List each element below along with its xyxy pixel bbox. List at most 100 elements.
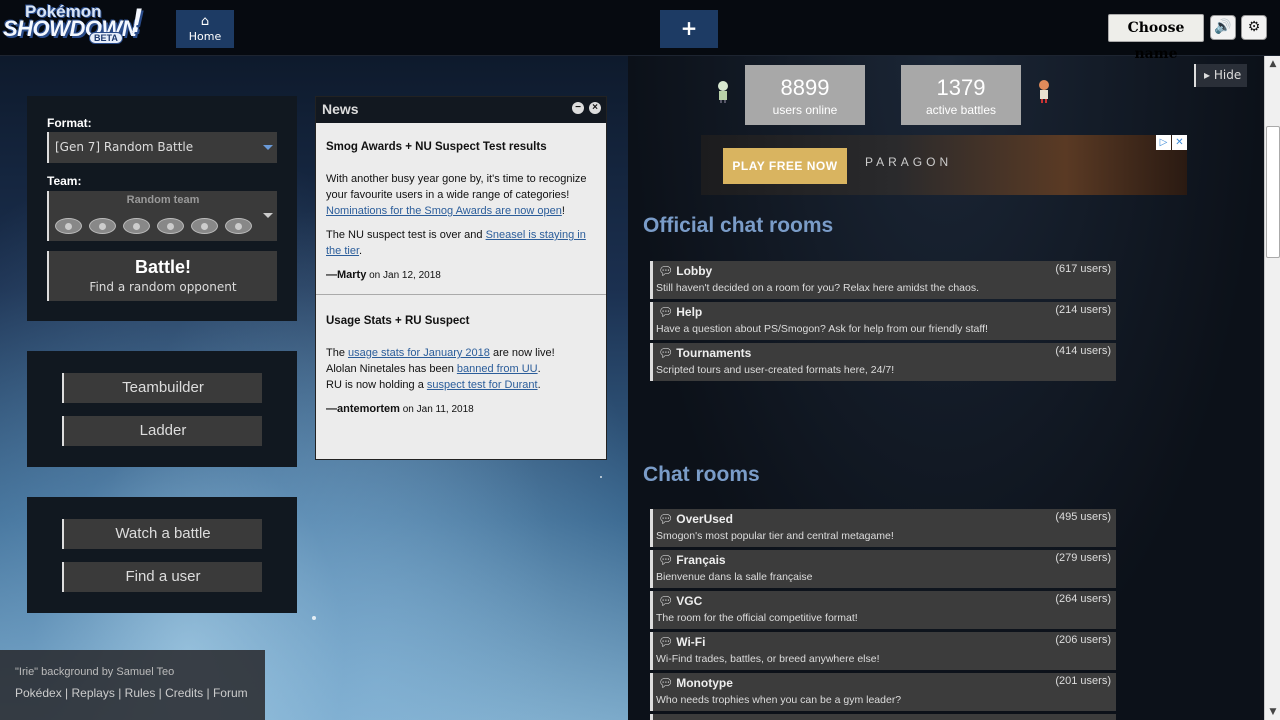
room-name-text: Lobby (676, 264, 713, 278)
news-text: . (537, 363, 541, 375)
chat-bubble-icon: 💬︎ (658, 512, 674, 526)
room-users: (201 users) (1055, 675, 1111, 687)
room-item[interactable]: 💬︎ Tournaments (414 users) Scripted tours… (650, 343, 1116, 381)
ad-play-button[interactable]: PLAY FREE NOW (723, 148, 847, 184)
scrollbar-thumb[interactable] (1266, 126, 1280, 258)
room-name: 💬︎ Help (658, 305, 702, 319)
speaker-icon[interactable]: 🔊 (1210, 15, 1236, 40)
advertisement-banner[interactable]: PLAY FREE NOW PARAGON ▷ ✕ (701, 135, 1187, 195)
team-value: Random team (126, 194, 200, 206)
new-tab-button[interactable]: + (660, 10, 718, 48)
room-item[interactable]: 💬︎ Français (279 users) Bienvenue dans la… (650, 550, 1116, 588)
watch-battle-button[interactable]: Watch a battle (62, 519, 262, 549)
room-description: Bienvenue dans la salle française (656, 571, 813, 583)
pokeball-icon (55, 218, 82, 234)
pokeball-icon (123, 218, 150, 234)
news-text: The (326, 347, 349, 359)
room-item[interactable]: 💬︎ VGC (264 users) The room for the offic… (650, 591, 1116, 629)
users-online-stat[interactable]: 8899 users online (745, 65, 865, 125)
news-text: With another busy year gone by, it's tim… (326, 173, 587, 201)
top-bar: Pokémon SHOWDOWN ! BETA ⌂ Home + Choose … (0, 0, 1280, 62)
banned-from-uu-link[interactable]: banned from UU (457, 363, 538, 375)
room-name-text: Tournaments (676, 346, 752, 360)
news-text: RU is now holding a (326, 379, 427, 391)
news-paragraph: The usage stats for January 2018 are now… (326, 345, 596, 393)
close-icon[interactable]: × (589, 102, 601, 114)
star (312, 616, 316, 620)
room-name: 💬︎ Monotype (658, 676, 733, 690)
minimize-icon[interactable]: − (572, 102, 584, 114)
separator: | (203, 686, 213, 700)
battle-button[interactable]: Battle! Find a random opponent (47, 251, 277, 301)
news-panel: News − × Smog Awards + NU Suspect Test r… (315, 96, 607, 460)
team-select[interactable]: Random team (47, 191, 277, 241)
active-battles-label: active battles (925, 103, 997, 117)
news-item-title: Usage Stats + RU Suspect (326, 315, 470, 327)
battle-form-panel: Format: [Gen 7] Random Battle Team: Rand… (27, 96, 297, 321)
pokeball-icon (225, 218, 252, 234)
room-name-text: Français (676, 553, 726, 567)
news-text: . (537, 379, 541, 391)
logo-beta-badge: BETA (89, 32, 123, 44)
room-users: (264 users) (1055, 593, 1111, 605)
rules-link[interactable]: Rules (125, 686, 156, 700)
scroll-up-icon[interactable]: ▲ (1267, 58, 1279, 70)
durant-suspect-link[interactable]: suspect test for Durant (427, 379, 538, 391)
home-icon: ⌂ (200, 14, 210, 29)
room-item[interactable] (650, 714, 1116, 720)
dropdown-arrow-icon (263, 213, 273, 218)
hide-button[interactable]: ▸ Hide (1194, 64, 1247, 87)
room-item[interactable]: 💬︎ Lobby (617 users) Still haven't decide… (650, 261, 1116, 299)
ladder-button[interactable]: Ladder (62, 416, 262, 446)
news-author: —antemortem (326, 403, 400, 415)
room-users: (414 users) (1055, 345, 1111, 357)
tools-panel: Teambuilder Ladder (27, 351, 297, 467)
news-paragraph: The NU suspect test is over and Sneasel … (326, 227, 596, 259)
teambuilder-button[interactable]: Teambuilder (62, 373, 262, 403)
credits-link[interactable]: Credits (165, 686, 203, 700)
usage-stats-link[interactable]: usage stats for January 2018 (348, 347, 490, 359)
news-paragraph: With another busy year gone by, it's tim… (326, 171, 596, 219)
find-user-button[interactable]: Find a user (62, 562, 262, 592)
room-description: Smogon's most popular tier and central m… (656, 530, 894, 542)
watch-panel: Watch a battle Find a user (27, 497, 297, 613)
pokedex-link[interactable]: Pokédex (15, 686, 62, 700)
logo-exclamation: ! (131, 2, 143, 40)
footer: "Irie" background by Samuel Teo Pokédex … (0, 650, 265, 720)
pokeball-icon (89, 218, 116, 234)
choose-name-button[interactable]: Choose name (1108, 14, 1204, 62)
room-name-text: Wi-Fi (676, 635, 706, 649)
adchoices-icon[interactable]: ▷ (1156, 135, 1171, 150)
room-name: 💬︎ Tournaments (658, 346, 751, 360)
showdown-logo[interactable]: Pokémon SHOWDOWN ! BETA (3, 2, 149, 46)
background-credit: "Irie" background by Samuel Teo (15, 666, 175, 678)
format-label: Format: (47, 116, 92, 130)
footer-links: Pokédex | Replays | Rules | Credits | Fo… (15, 686, 250, 700)
format-select[interactable]: [Gen 7] Random Battle (47, 132, 277, 163)
room-item[interactable]: 💬︎ OverUsed (495 users) Smogon's most pop… (650, 509, 1116, 547)
active-battles-count: 1379 (936, 75, 986, 100)
room-item[interactable]: 💬︎ Wi-Fi (206 users) Wi-Find trades, batt… (650, 632, 1116, 670)
scroll-down-icon[interactable]: ▼ (1267, 706, 1279, 718)
ad-close-icon[interactable]: ✕ (1172, 135, 1187, 150)
smog-awards-link[interactable]: Nominations for the Smog Awards are now … (326, 205, 562, 217)
room-item[interactable]: 💬︎ Help (214 users) Have a question about… (650, 302, 1116, 340)
active-battles-stat[interactable]: 1379 active battles (901, 65, 1021, 125)
format-value: [Gen 7] Random Battle (55, 140, 194, 154)
separator: | (155, 686, 166, 700)
gear-icon[interactable]: ⚙ (1241, 15, 1267, 40)
room-item[interactable]: 💬︎ Monotype (201 users) Who needs trophie… (650, 673, 1116, 711)
chat-rooms-title: Chat rooms (643, 463, 760, 486)
room-name-text: VGC (676, 594, 703, 608)
news-text: The NU suspect test is over and (326, 229, 486, 241)
replays-link[interactable]: Replays (72, 686, 115, 700)
chat-bubble-icon: 💬︎ (658, 346, 674, 360)
chat-bubble-icon: 💬︎ (658, 676, 674, 690)
scrollbar[interactable]: ▲ ▼ (1264, 56, 1280, 720)
room-description: Wi-Find trades, battles, or breed anywhe… (656, 653, 880, 665)
home-tab[interactable]: ⌂ Home (176, 10, 234, 48)
room-name: 💬︎ OverUsed (658, 512, 733, 526)
chat-bubble-icon: 💬︎ (658, 264, 674, 278)
forum-link[interactable]: Forum (213, 686, 248, 700)
news-divider (316, 294, 606, 295)
